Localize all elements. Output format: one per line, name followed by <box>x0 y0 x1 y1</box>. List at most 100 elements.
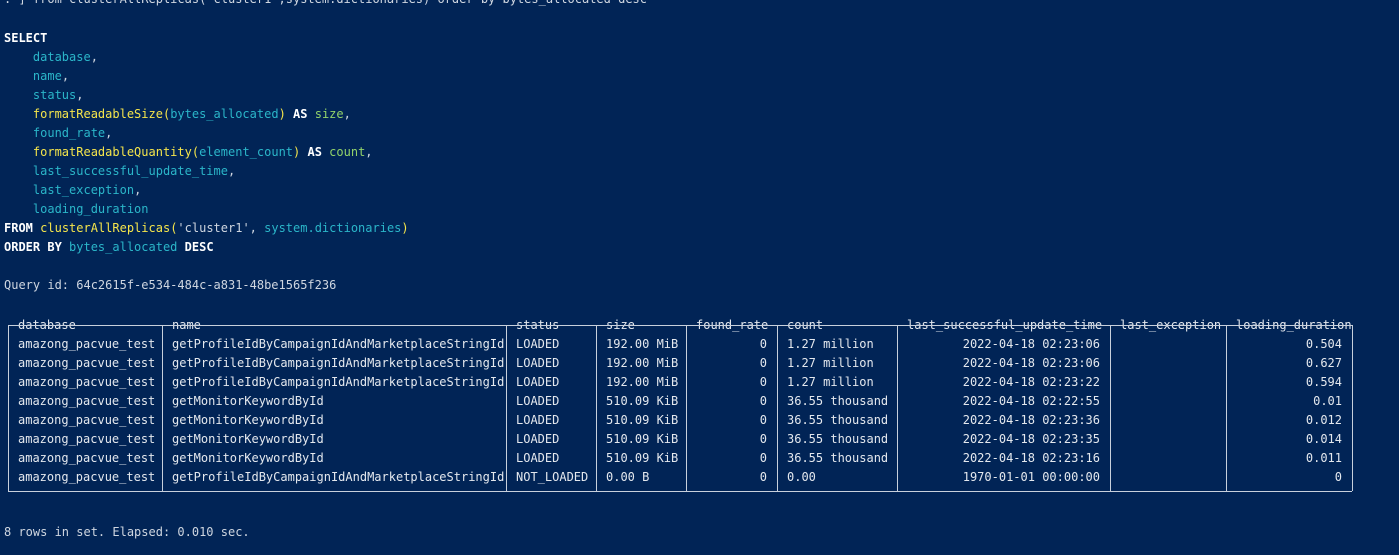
cell-status: LOADED <box>516 356 560 370</box>
cell-loading-duration: 0.011 <box>1305 451 1342 465</box>
field-suffix: , <box>343 107 351 121</box>
field-name: database <box>32 50 91 64</box>
cell-last-exception <box>1120 468 1216 487</box>
cell-database: amazong_pacvue_test <box>18 451 156 465</box>
cell-name: getMonitorKeywordById <box>172 413 324 427</box>
table-row: amazong_pacvue_test getProfileIdByCampaig… <box>8 354 1352 373</box>
cell-loading-duration: 0.594 <box>1305 375 1342 389</box>
field-suffix: , <box>61 69 70 83</box>
field-line-count: formatReadableQuantity(element_count) AS… <box>32 145 373 159</box>
table-column-divider <box>596 325 597 491</box>
field-name: last_exception <box>32 183 135 197</box>
cell-count: 36.55 thousand <box>787 451 889 465</box>
table-row: amazong_pacvue_test getMonitorKeywordById… <box>8 411 1352 430</box>
cell-status: LOADED <box>516 375 560 389</box>
table-column-divider <box>1352 325 1353 491</box>
cell-last-successful-update-time: 2022-04-18 02:23:22 <box>962 375 1100 389</box>
cell-size: 192.00 MiB <box>606 337 679 351</box>
field-suffix: , <box>76 88 84 102</box>
field-line-last-update: last_successful_update_time, <box>4 162 235 181</box>
cell-loading-duration: 0.014 <box>1305 432 1342 446</box>
terminal-window[interactable]: :-] from clusterAllReplicas('cluster1',s… <box>0 0 1399 555</box>
table-row: amazong_pacvue_test getMonitorKeywordById… <box>8 449 1352 468</box>
field-line-loading-duration: loading_duration <box>4 200 149 219</box>
field-suffix: , <box>365 145 373 159</box>
cell-loading-duration: 0.627 <box>1305 356 1342 370</box>
order-direction: DESC <box>184 240 214 254</box>
cell-count: 1.27 million <box>787 337 874 351</box>
cell-status: LOADED <box>516 413 560 427</box>
cell-found-rate: 0 <box>759 356 767 370</box>
cell-database: amazong_pacvue_test <box>18 470 156 484</box>
field-name: loading_duration <box>32 202 149 216</box>
table-top-border <box>8 325 1352 326</box>
table-column-divider <box>162 325 163 491</box>
cell-last-successful-update-time: 1970-01-01 00:00:00 <box>962 470 1100 484</box>
function-name: formatReadableQuantity <box>32 145 192 159</box>
function-name: clusterAllReplicas <box>40 221 171 235</box>
cell-name: getProfileIdByCampaignIdAndMarketplaceSt… <box>172 356 505 370</box>
cell-status: LOADED <box>516 451 560 465</box>
order-clause: ORDER BY bytes_allocated DESC <box>4 238 214 257</box>
field-name: found_rate <box>32 126 106 140</box>
cell-count: 1.27 million <box>787 356 874 370</box>
cell-size: 510.09 KiB <box>606 451 679 465</box>
order-by-keyword: ORDER BY <box>4 240 62 254</box>
cell-database: amazong_pacvue_test <box>18 337 156 351</box>
cell-name: getProfileIdByCampaignIdAndMarketplaceSt… <box>172 337 505 351</box>
table-row: amazong_pacvue_test getProfileIdByCampaig… <box>8 468 1352 487</box>
cell-last-successful-update-time: 2022-04-18 02:23:06 <box>962 356 1100 370</box>
cell-last-exception <box>1120 354 1216 373</box>
field-suffix: , <box>90 50 98 64</box>
cell-loading-duration: 0.01 <box>1313 394 1342 408</box>
cell-size: 510.09 KiB <box>606 432 679 446</box>
order-column: bytes_allocated <box>69 240 178 254</box>
cell-count: 36.55 thousand <box>787 413 889 427</box>
table-row: amazong_pacvue_test getMonitorKeywordById… <box>8 430 1352 449</box>
table-identifier: system.dictionaries <box>264 221 402 235</box>
field-name: name <box>32 69 62 83</box>
field-suffix: , <box>227 164 236 178</box>
function-arg: bytes_allocated <box>170 107 279 121</box>
as-keyword: AS <box>293 107 308 121</box>
cell-name: getProfileIdByCampaignIdAndMarketplaceSt… <box>172 470 505 484</box>
table-column-divider <box>1110 325 1111 491</box>
cell-name: getProfileIdByCampaignIdAndMarketplaceSt… <box>172 375 505 389</box>
table-row: amazong_pacvue_test getProfileIdByCampaig… <box>8 373 1352 392</box>
cell-count: 1.27 million <box>787 375 874 389</box>
cell-count: 36.55 thousand <box>787 432 889 446</box>
table-column-divider <box>8 325 9 491</box>
table-bottom-border <box>8 491 1352 492</box>
field-line-name: name, <box>4 67 69 86</box>
field-line-found-rate: found_rate, <box>4 124 112 143</box>
select-keyword: SELECT <box>4 31 48 45</box>
field-name: status <box>32 88 77 102</box>
field-line-status: status, <box>4 86 84 105</box>
field-line-last-exception: last_exception, <box>4 181 141 200</box>
cell-database: amazong_pacvue_test <box>18 413 156 427</box>
cell-last-exception <box>1120 411 1216 430</box>
cell-status: LOADED <box>516 337 560 351</box>
cell-last-exception <box>1120 373 1216 392</box>
cell-found-rate: 0 <box>759 470 767 484</box>
from-clause: FROM clusterAllReplicas('cluster1', syst… <box>4 221 409 235</box>
cell-size: 192.00 MiB <box>606 375 679 389</box>
alias-name: count <box>329 145 366 159</box>
cell-database: amazong_pacvue_test <box>18 356 156 370</box>
cell-size: 192.00 MiB <box>606 356 679 370</box>
table-column-divider <box>777 325 778 491</box>
cell-found-rate: 0 <box>759 413 767 427</box>
cell-last-successful-update-time: 2022-04-18 02:22:55 <box>962 394 1100 408</box>
function-arg: element_count <box>199 145 294 159</box>
cell-size: 510.09 KiB <box>606 413 679 427</box>
from-keyword: FROM <box>4 221 33 235</box>
field-line-size: formatReadableSize(bytes_allocated) AS s… <box>32 107 351 121</box>
table-column-divider <box>506 325 507 491</box>
field-suffix: , <box>134 183 142 197</box>
alias-name: size <box>314 107 344 121</box>
cell-name: getMonitorKeywordById <box>172 451 324 465</box>
field-name: last_successful_update_time <box>32 164 228 178</box>
query-echo-line: :-] from clusterAllReplicas('cluster1',s… <box>4 0 647 9</box>
cell-count: 0.00 <box>787 470 816 484</box>
cell-last-successful-update-time: 2022-04-18 02:23:35 <box>962 432 1100 446</box>
